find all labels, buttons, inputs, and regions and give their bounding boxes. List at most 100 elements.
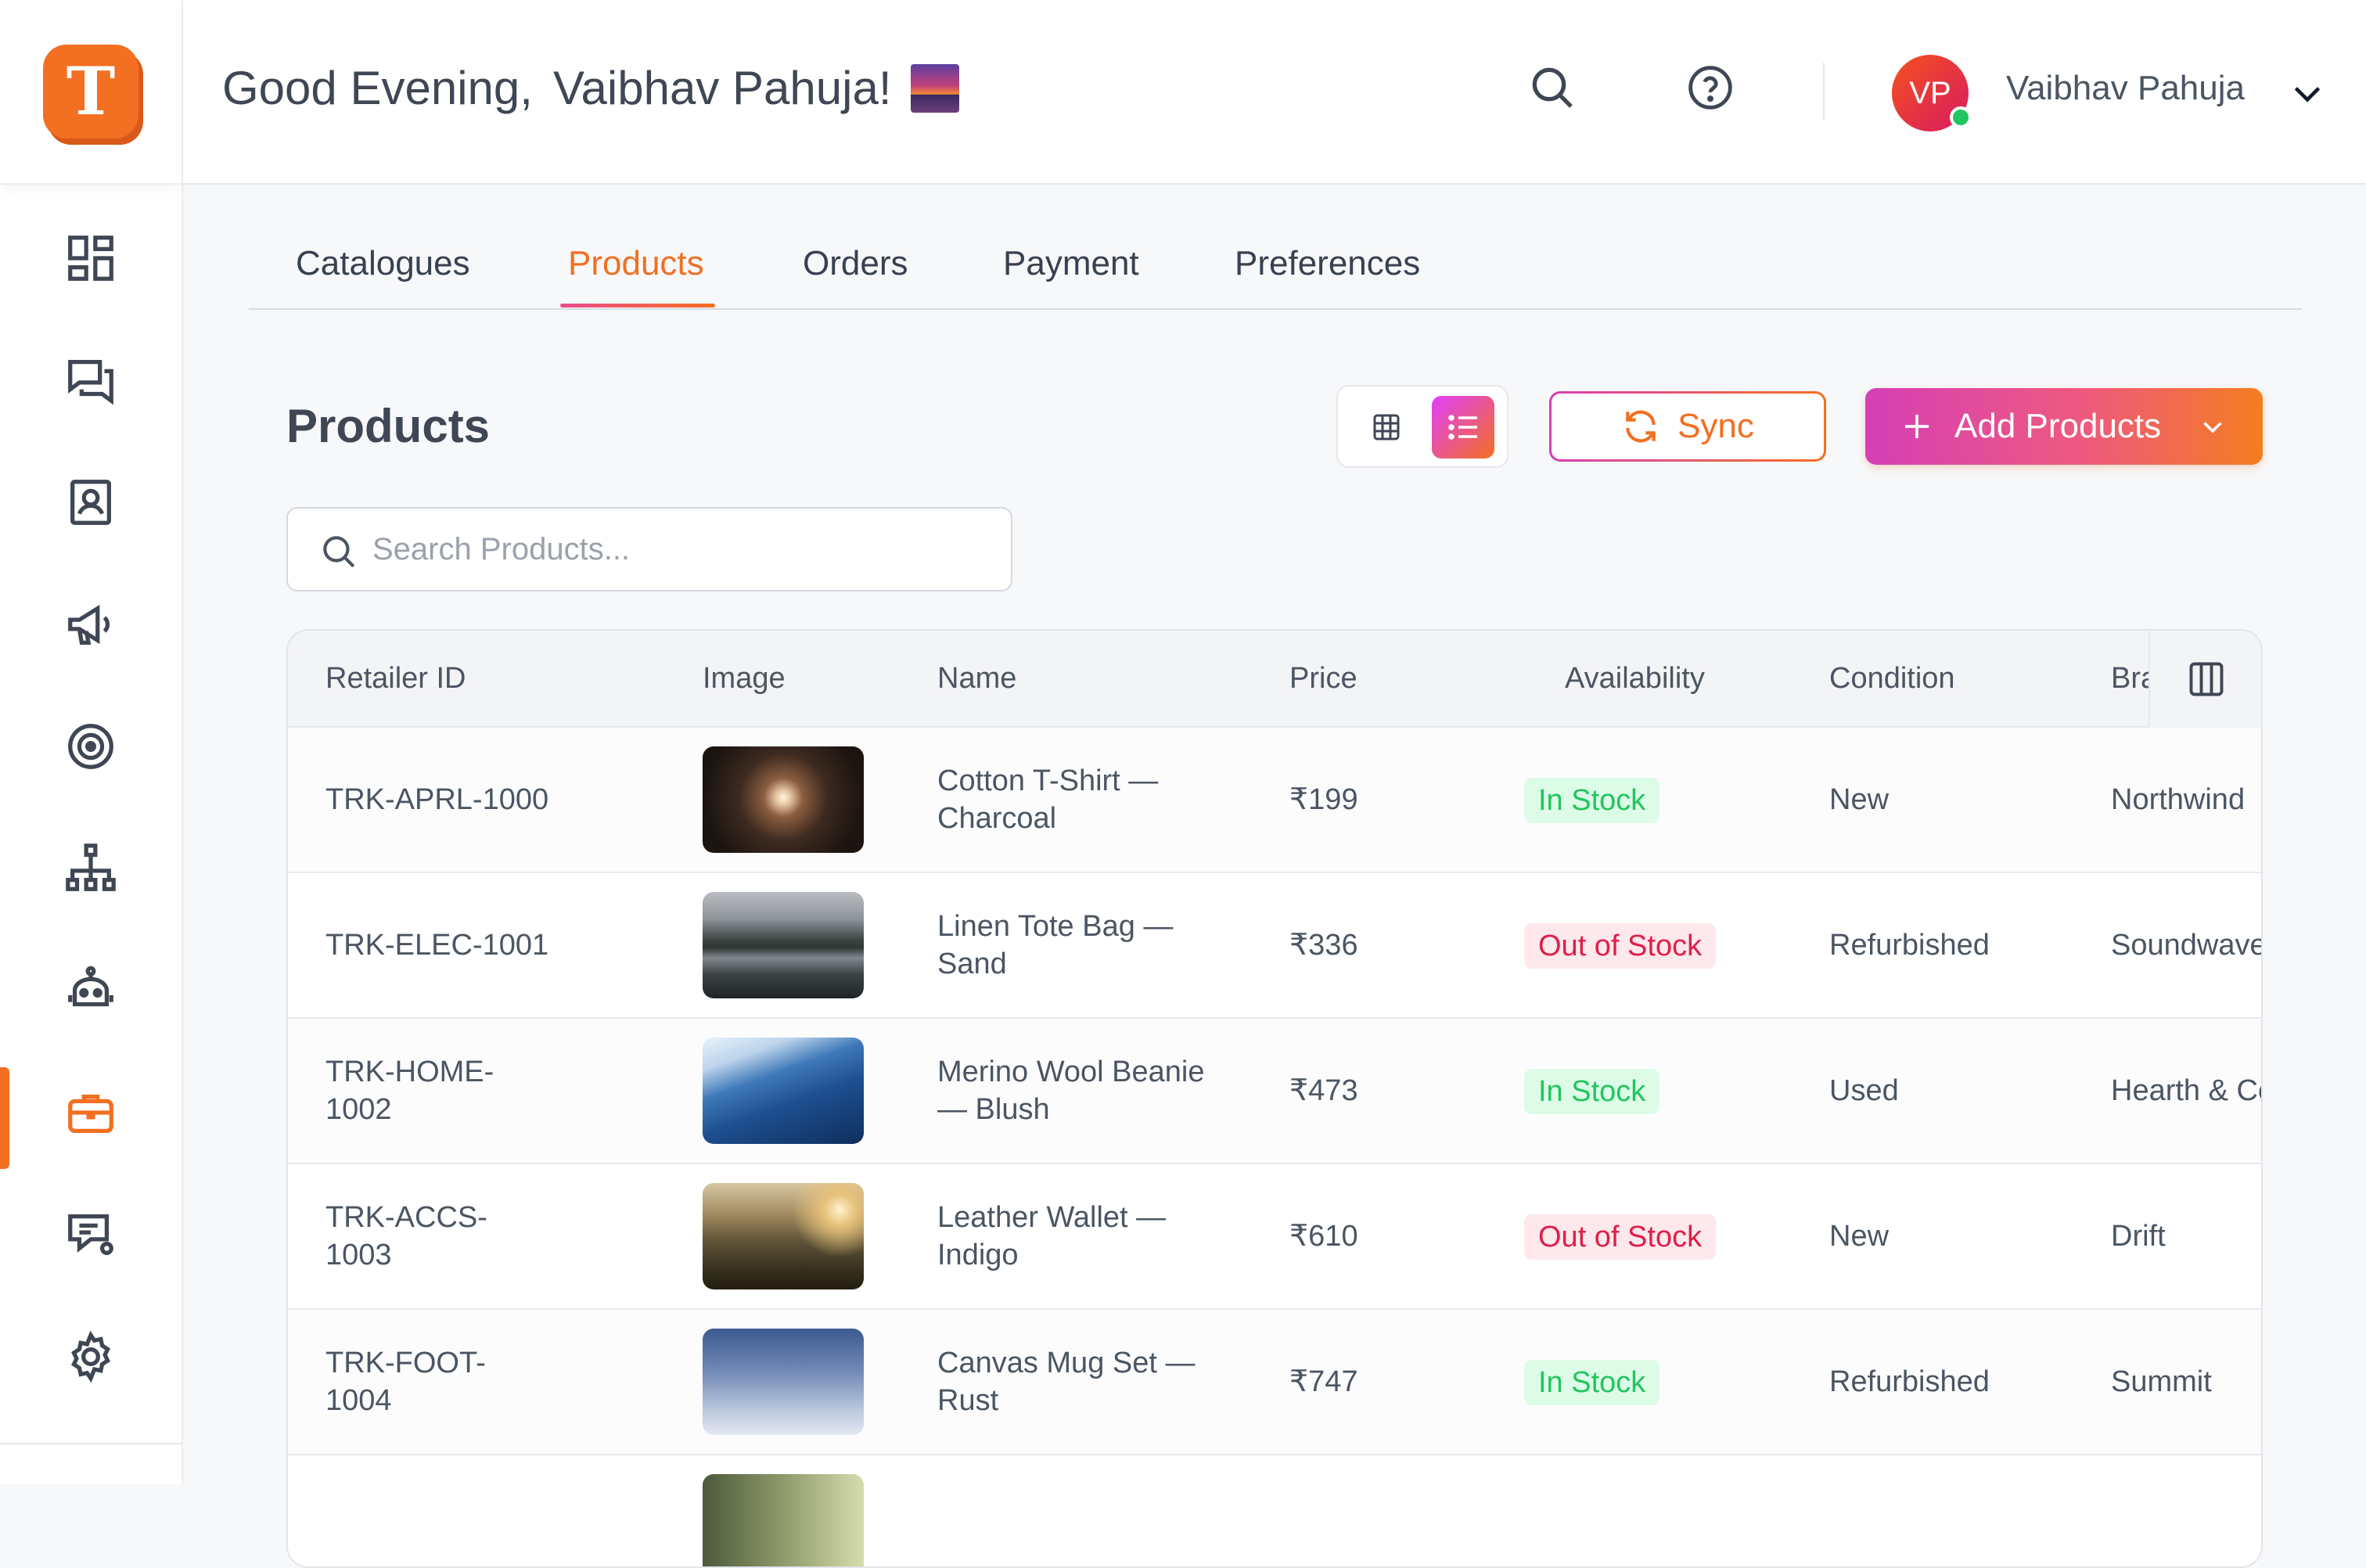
gear-icon — [71, 1330, 110, 1383]
sidebar-item-goals[interactable] — [0, 696, 182, 797]
sidebar-item-dashboard[interactable] — [0, 208, 182, 308]
user-name[interactable]: Vaibhav Pahuja — [2006, 69, 2245, 108]
bot-icon — [68, 966, 113, 1007]
product-name-cell: Merino Wool Beanie — Blush — [937, 1056, 1205, 1126]
table-row[interactable]: TRK-HOME-1002 Merino Wool Beanie — Blush… — [288, 1019, 2263, 1164]
column-header-price[interactable]: Price — [1289, 662, 1357, 696]
retailer-id-cell: TRK-HOME-1002 — [325, 1056, 494, 1126]
column-header-image[interactable]: Image — [703, 662, 786, 696]
org-chart-icon — [66, 843, 116, 891]
availability-badge: In Stock — [1524, 1069, 1660, 1114]
refresh-icon — [1626, 410, 1656, 443]
add-products-button[interactable]: Add Products — [1865, 388, 2263, 465]
condition-cell: New — [1829, 1220, 1890, 1253]
table-header: Retailer ID Image Name Price Availabilit… — [288, 631, 2261, 728]
column-header-condition[interactable]: Condition — [1829, 662, 1955, 696]
retailer-id-cell: TRK-APRL-1000 — [325, 783, 549, 816]
list-view-button[interactable] — [1432, 396, 1494, 459]
sunset-emoji-icon — [910, 63, 959, 113]
brand-cell: Soundwave — [2111, 929, 2263, 962]
online-status-dot — [1950, 106, 1972, 128]
retailer-id-cell: TRK-FOOT-1004 — [325, 1347, 486, 1417]
product-name-cell: Linen Tote Bag — Sand — [937, 910, 1174, 980]
product-image — [703, 746, 864, 853]
table-row[interactable]: TRK-FOOT-1004 Canvas Mug Set — Rust ₹747… — [288, 1310, 2261, 1455]
sidebar-item-commerce[interactable] — [0, 1063, 182, 1169]
table-row[interactable]: TRK-ACCS-1003 Leather Wallet — Indigo ₹6… — [288, 1164, 2261, 1310]
grid-icon — [1373, 414, 1400, 441]
product-image — [703, 1038, 864, 1144]
tab-bar: Catalogues Products Orders Payment Prefe… — [249, 235, 2302, 310]
column-header-availability[interactable]: Availability — [1565, 662, 1705, 696]
tab-preferences[interactable]: Preferences — [1235, 244, 1420, 283]
table-row[interactable] — [288, 1455, 2261, 1566]
column-header-name[interactable]: Name — [937, 662, 1016, 696]
contact-card-icon — [70, 480, 111, 525]
plus-icon — [1905, 415, 1929, 438]
brand-cell: Summit — [2111, 1365, 2212, 1398]
header-divider — [1823, 63, 1825, 120]
column-header-retailer-id[interactable]: Retailer ID — [325, 662, 466, 696]
column-settings-button[interactable] — [2148, 631, 2261, 728]
sidebar-item-chat[interactable] — [0, 330, 182, 430]
chevron-down-icon[interactable] — [2288, 74, 2327, 113]
product-name-cell: Cotton T-Shirt — Charcoal — [937, 764, 1159, 835]
availability-badge: In Stock — [1524, 1360, 1660, 1405]
chat-icon — [68, 360, 113, 405]
condition-cell: Refurbished — [1829, 1365, 1990, 1398]
retailer-id-cell: TRK-ELEC-1001 — [325, 929, 549, 962]
product-image — [703, 1474, 864, 1566]
greeting: Good Evening, Vaibhav Pahuja! — [222, 61, 959, 115]
sidebar: T — [0, 0, 183, 1484]
sidebar-item-bots[interactable] — [0, 940, 182, 1041]
logo-letter: T — [66, 52, 116, 130]
availability-badge: In Stock — [1524, 778, 1660, 823]
greeting-user-name: Vaibhav Pahuja! — [552, 62, 892, 114]
products-table: Retailer ID Image Name Price Availabilit… — [286, 629, 2263, 1568]
search-icon[interactable] — [1527, 63, 1577, 113]
briefcase-icon — [68, 1094, 113, 1133]
sync-label: Sync — [1677, 407, 1754, 445]
sidebar-item-hierarchy[interactable] — [0, 818, 182, 919]
product-image — [703, 1183, 864, 1289]
tab-orders[interactable]: Orders — [803, 244, 908, 283]
sidebar-divider — [0, 1443, 182, 1444]
add-products-label: Add Products — [1954, 407, 2162, 445]
product-search — [286, 507, 1012, 592]
price-cell: ₹199 — [1289, 783, 1358, 816]
table-row[interactable]: TRK-ELEC-1001 Linen Tote Bag — Sand ₹336… — [288, 873, 2263, 1019]
app-logo[interactable]: T — [43, 45, 138, 138]
view-toggle — [1336, 385, 1508, 468]
price-cell: ₹747 — [1289, 1365, 1358, 1398]
search-input[interactable] — [372, 524, 983, 574]
chat-settings-icon — [68, 1214, 113, 1255]
sidebar-item-chat-settings[interactable] — [0, 1185, 182, 1285]
active-tab-indicator — [560, 304, 715, 307]
help-icon[interactable] — [1685, 63, 1735, 113]
product-image — [703, 892, 864, 998]
condition-cell: Used — [1829, 1074, 1899, 1107]
greeting-text: Good Evening, — [222, 62, 533, 114]
grid-view-button[interactable] — [1365, 405, 1408, 449]
table-row[interactable]: TRK-APRL-1000 Cotton T-Shirt — Charcoal … — [288, 728, 2261, 873]
tab-products[interactable]: Products — [568, 244, 704, 283]
brand-cell: Hearth & Co — [2111, 1074, 2263, 1107]
sync-button[interactable]: Sync — [1549, 391, 1826, 462]
price-cell: ₹336 — [1289, 929, 1358, 962]
sidebar-item-contacts[interactable] — [0, 452, 182, 552]
condition-cell: Refurbished — [1829, 929, 1990, 962]
price-cell: ₹473 — [1289, 1074, 1358, 1107]
product-name-cell: Canvas Mug Set — Rust — [937, 1347, 1196, 1417]
sidebar-item-campaigns[interactable] — [0, 574, 182, 674]
tab-payment[interactable]: Payment — [1003, 244, 1139, 283]
condition-cell: New — [1829, 783, 1890, 816]
logo-area: T — [0, 0, 182, 185]
availability-badge: Out of Stock — [1524, 1214, 1717, 1260]
sidebar-item-settings[interactable] — [0, 1307, 182, 1407]
brand-cell: Drift — [2111, 1220, 2166, 1253]
target-icon — [68, 724, 113, 769]
availability-badge: Out of Stock — [1524, 923, 1717, 969]
tab-catalogues[interactable]: Catalogues — [296, 244, 470, 283]
retailer-id-cell: TRK-ACCS-1003 — [325, 1201, 487, 1271]
page-title: Products — [286, 400, 491, 452]
